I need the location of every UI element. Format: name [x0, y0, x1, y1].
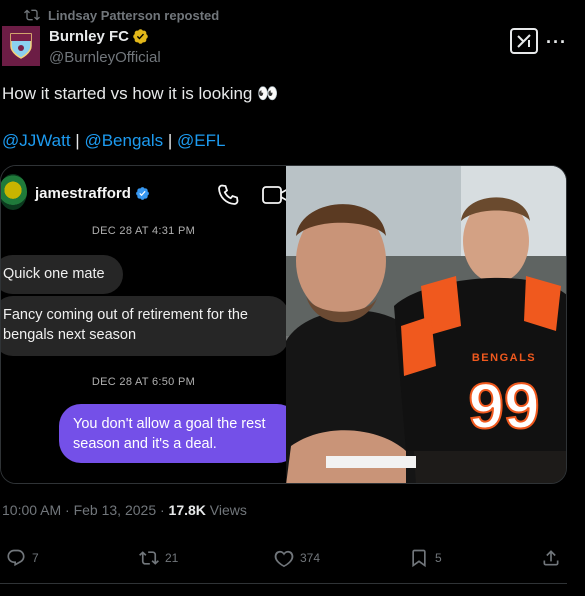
tweet-media[interactable]: jamestrafford DEC 28 AT 4:31 PM Quick on… — [0, 165, 567, 484]
reply-count: 7 — [32, 551, 39, 565]
dm-message-line: bengals next season — [3, 327, 137, 343]
tweet-actions: 7 21 374 5 — [0, 548, 585, 574]
tweet-meta: 10:00 AM · Feb 13, 2025 · 17.8K Views — [2, 502, 247, 518]
bookmark-icon — [412, 549, 426, 568]
dm-message-incoming: Fancy coming out of retirement for the b… — [1, 296, 289, 356]
dm-message-incoming: Quick one mate — [1, 255, 123, 294]
share-icon — [543, 550, 559, 566]
mention-link[interactable]: @EFL — [177, 131, 225, 150]
dm-username-row: jamestrafford — [35, 185, 150, 202]
dm-timestamp: DEC 28 AT 4:31 PM — [91, 225, 196, 237]
mention-separator: | — [163, 131, 178, 150]
author-handle[interactable]: @BurnleyOfficial — [49, 49, 161, 66]
verified-gold-icon — [133, 29, 148, 44]
more-options-icon[interactable]: ··· — [546, 32, 567, 53]
dm-timestamp: DEC 28 AT 6:50 PM — [91, 376, 196, 388]
dm-avatar — [1, 174, 27, 210]
tweet-timestamp[interactable]: 10:00 AM · Feb 13, 2025 · — [2, 502, 169, 518]
grok-icon — [517, 34, 531, 48]
avatar[interactable] — [2, 26, 40, 66]
grok-button[interactable] — [510, 28, 538, 54]
tweet-mentions: @JJWatt | @Bengals | @EFL — [2, 131, 225, 151]
club-crest-icon — [10, 33, 32, 59]
verified-blue-icon — [135, 187, 149, 200]
heart-icon — [274, 550, 294, 568]
dm-message-outgoing: You don't allow a goal the rest season a… — [59, 404, 299, 463]
repost-icon — [24, 9, 40, 21]
signing-photo-illustration: BENGALS 99 — [286, 166, 566, 483]
reply-button[interactable]: 7 — [6, 548, 39, 568]
views-count: 17.8K — [168, 502, 206, 518]
divider — [0, 583, 567, 584]
repost-button[interactable]: 21 — [139, 548, 178, 568]
dm-message-line: season and it's a deal. — [73, 436, 217, 452]
like-count: 374 — [300, 551, 321, 565]
dm-screenshot: jamestrafford DEC 28 AT 4:31 PM Quick on… — [1, 166, 299, 483]
repost-icon — [139, 551, 159, 565]
dm-message-line: Fancy coming out of retirement for the — [3, 307, 248, 323]
bookmark-count: 5 — [435, 551, 442, 565]
views-label: Views — [205, 502, 247, 518]
repost-indicator[interactable]: Lindsay Patterson reposted — [24, 6, 219, 24]
dm-username: jamestrafford — [35, 185, 131, 202]
bookmark-button[interactable]: 5 — [409, 548, 442, 568]
tweet-text: How it started vs how it is looking 👀 — [2, 84, 279, 103]
phone-icon — [218, 184, 239, 205]
mention-link[interactable]: @JJWatt — [2, 131, 71, 150]
repost-text: Lindsay Patterson reposted — [48, 7, 220, 23]
signing-photo: BENGALS 99 — [286, 166, 566, 483]
share-button[interactable] — [541, 548, 567, 568]
jersey-text: BENGALS — [472, 352, 536, 364]
repost-count: 21 — [165, 551, 179, 565]
jersey-number: 99 — [468, 370, 539, 442]
author-name[interactable]: Burnley FC — [49, 28, 129, 45]
author-name-row[interactable]: Burnley FC — [49, 28, 149, 45]
mention-separator: | — [70, 131, 85, 150]
dm-message-line: You don't allow a goal the rest — [73, 416, 266, 432]
reply-icon — [7, 549, 25, 567]
like-button[interactable]: 374 — [274, 548, 320, 568]
mention-link[interactable]: @Bengals — [84, 131, 163, 150]
